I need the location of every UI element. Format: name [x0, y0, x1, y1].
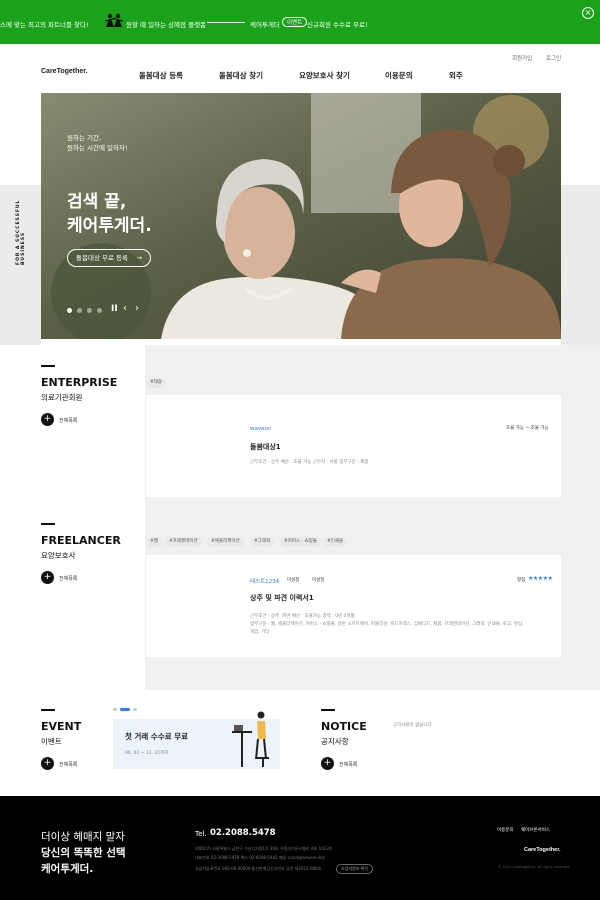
pause-icon[interactable]: II — [111, 304, 118, 314]
footer-address-2: 대표번호 02-2088-5478 팩스 02-6008-5442 메일 sco… — [195, 855, 325, 860]
section-dash — [41, 365, 55, 367]
banner-text-4: 신규회원 수수료 무료! — [307, 21, 368, 29]
hero-small-line2: 원하는 시간에 일하자! — [67, 144, 128, 152]
hero-small-line1: 원하는 기간, — [67, 134, 102, 142]
banner-close-button[interactable]: × — [582, 7, 594, 19]
enterprise-card-meta: 근무조건 : 상주 예산 : 조율 가능 근무지 : 서울 업무구분 : 제품 — [250, 460, 369, 465]
banner-divider — [207, 22, 245, 23]
enterprise-card-title[interactable]: 돌봄대상1 — [250, 442, 281, 452]
section-dash — [41, 523, 55, 525]
event-title: EVENT — [41, 720, 82, 733]
section-dash — [41, 709, 55, 711]
event-dot[interactable] — [133, 708, 137, 711]
banner-text-2: 원할 때 일하는 상혜점 플랫폼 — [126, 21, 207, 29]
chevron-left-icon[interactable]: ‹ — [123, 303, 127, 314]
hero-cta-button[interactable]: 돌봄대상 무료 등록 → — [67, 249, 151, 267]
footer-tel-label: Tel. — [195, 830, 207, 838]
footer-link-inquiry[interactable]: 이용문의 — [497, 827, 514, 833]
event-dot-active[interactable] — [120, 708, 130, 711]
star-rating-icon: ★★★★★ — [528, 575, 553, 582]
footer-slogan-2: 당신의 똑똑한 선택 — [41, 847, 126, 859]
enterprise-subtitle: 의료기관회원 — [41, 393, 83, 402]
slide-dot[interactable] — [77, 308, 82, 313]
freelancer-tag-graphic[interactable]: #그래픽 — [250, 537, 275, 547]
slide-dot-active[interactable] — [67, 308, 72, 313]
plus-icon[interactable]: + — [41, 413, 54, 426]
nav-item-find-caregiver[interactable]: 요양보호사 찾기 — [299, 70, 350, 81]
enterprise-more-link[interactable]: 전체목록 — [59, 417, 77, 424]
freelancer-card-line1: 근무조건 : 상주, 파견 예산 : 조율가능 경력 : 0년 0개월 — [250, 614, 355, 619]
enterprise-tag[interactable]: #태용 — [146, 378, 167, 388]
event-subtitle: 이벤트 — [41, 737, 62, 746]
event-more-link[interactable]: 전체목록 — [59, 761, 77, 768]
footer-logo[interactable]: CareTogether. — [524, 847, 561, 853]
enterprise-title: ENTERPRISE — [41, 376, 118, 389]
hero-headline-1: 검색 끝, — [67, 192, 127, 212]
freelancer-card-field1: 미설정 — [287, 578, 300, 583]
footer-address-3: 사업자등록번호 000-00-00000 통신판매업신고번호 공란 제2022-… — [195, 866, 322, 871]
notice-empty-text: 공지사항이 없습니다. — [393, 723, 434, 728]
freelancer-card-title[interactable]: 상주 및 파견 이력서1 — [250, 593, 314, 603]
enterprise-card[interactable]: waveon 조율 가능 ~ 조율 가능 돌봄대상1 근무조건 : 상주 예산 … — [146, 395, 561, 497]
notice-title: NOTICE — [321, 720, 367, 733]
footer-link-waveon[interactable]: 웨이브온서비스 — [521, 827, 550, 833]
footer: 더이상 헤매지 말자 당신의 똑똑한 선택 케어투게더. Tel. 02.208… — [0, 796, 600, 900]
login-link[interactable]: 로그인 — [546, 54, 561, 62]
logo[interactable]: CareTogether. — [41, 68, 88, 75]
nav-item-outsourcing[interactable]: 외주 — [449, 70, 463, 81]
footer-slogan-1: 더이상 헤매지 말자 — [41, 831, 125, 843]
slide-dot[interactable] — [87, 308, 92, 313]
nav-item-register[interactable]: 돌봄대상 등록 — [139, 70, 183, 81]
notice-subtitle: 공지사항 — [321, 737, 349, 746]
enterprise-card-status: 조율 가능 ~ 조율 가능 — [506, 426, 549, 431]
footer-slogan-3: 케어투게더. — [41, 863, 94, 875]
freelancer-tag-presentation[interactable]: #프레젠테이션 — [165, 537, 202, 547]
rating-label: 평점 — [517, 578, 526, 583]
hero-headline-2: 케어투게더. — [67, 216, 152, 236]
freelancer-tag-commerce[interactable]: #커머스 · 쇼핑몰 — [280, 537, 321, 547]
side-band-right — [561, 185, 600, 345]
event-dot[interactable] — [113, 708, 117, 711]
person-at-desk-illustration — [232, 711, 269, 767]
freelancer-card-id: 테스트1234 — [250, 579, 280, 585]
freelancer-card[interactable]: 테스트1234 미설정 미설정 평점 ★★★★★ 상주 및 파견 이력서1 근무… — [146, 555, 561, 657]
side-vertical-tag: FOR A SUCCESSFUL BUSINESS — [16, 199, 26, 265]
arrow-right-icon: → — [136, 254, 142, 262]
hero-cta-label: 돌봄대상 무료 등록 — [76, 254, 128, 262]
hero-slider[interactable]: 원하는 기간, 원하는 시간에 일하자! 검색 끝, 케어투게더. 돌봄대상 무… — [41, 93, 561, 339]
nav-item-inquiry[interactable]: 이용문의 — [385, 70, 413, 81]
freelancer-more-link[interactable]: 전체목록 — [59, 575, 77, 582]
close-icon: × — [584, 8, 592, 17]
banner-event-pill: 이벤트 — [282, 17, 308, 27]
banner-text-1: 니스에 맞는 최고의 파트너를 찾다! — [0, 21, 89, 29]
freelancer-subtitle: 요양보호사 — [41, 551, 76, 560]
freelancer-title: FREELANCER — [41, 534, 121, 547]
slide-dot[interactable] — [97, 308, 102, 313]
footer-address-1: (08507) 서울특별시 금천구 가산디지털1로 168, 우림라이온스밸리 … — [195, 846, 333, 851]
top-promo-banner[interactable]: 니스에 맞는 최고의 파트너를 찾다! 원할 때 일하는 상혜점 플랫폼 케어투… — [0, 0, 600, 44]
section-dash — [321, 709, 335, 711]
freelancer-tag-print[interactable]: #인쇄물 — [323, 537, 348, 547]
footer-biz-info-button[interactable]: 사업자정보 확인 — [336, 864, 374, 874]
plus-icon[interactable]: + — [41, 757, 54, 770]
plus-icon[interactable]: + — [41, 571, 54, 584]
freelancer-tag-app[interactable]: #애플리케이션 — [207, 537, 244, 547]
footer-tel: 02.2088.5478 — [210, 828, 276, 838]
footer-copyright: © 2022 caretogether. All rights reserved — [498, 865, 570, 869]
chevron-right-icon[interactable]: › — [135, 303, 139, 314]
event-card[interactable]: 첫 거래 수수료 무료 06. 01 ~ 12. 31까지 — [113, 711, 280, 769]
plus-icon[interactable]: + — [321, 757, 334, 770]
freelancer-card-line3: 게임, 기타 — [250, 630, 270, 635]
notice-more-link[interactable]: 전체목록 — [339, 761, 357, 768]
freelancer-card-field2: 미설정 — [312, 578, 325, 583]
event-card-date: 06. 01 ~ 12. 31까지 — [125, 751, 169, 756]
freelancer-tag-web[interactable]: #웹 — [146, 537, 162, 547]
people-icon — [104, 13, 124, 27]
nav-item-find-target[interactable]: 돌봄대상 찾기 — [219, 70, 263, 81]
banner-text-3: 케어투게더 — [250, 21, 280, 29]
enterprise-card-company: waveon — [250, 426, 272, 432]
freelancer-card-line2: 업무구분 : 웹, 애플리케이션, 커머스 · 쇼핑몰, 일반 소프트웨어, 퍼… — [250, 622, 524, 627]
signup-link[interactable]: 회원가입 — [512, 54, 532, 62]
event-card-title: 첫 거래 수수료 무료 — [125, 732, 189, 741]
